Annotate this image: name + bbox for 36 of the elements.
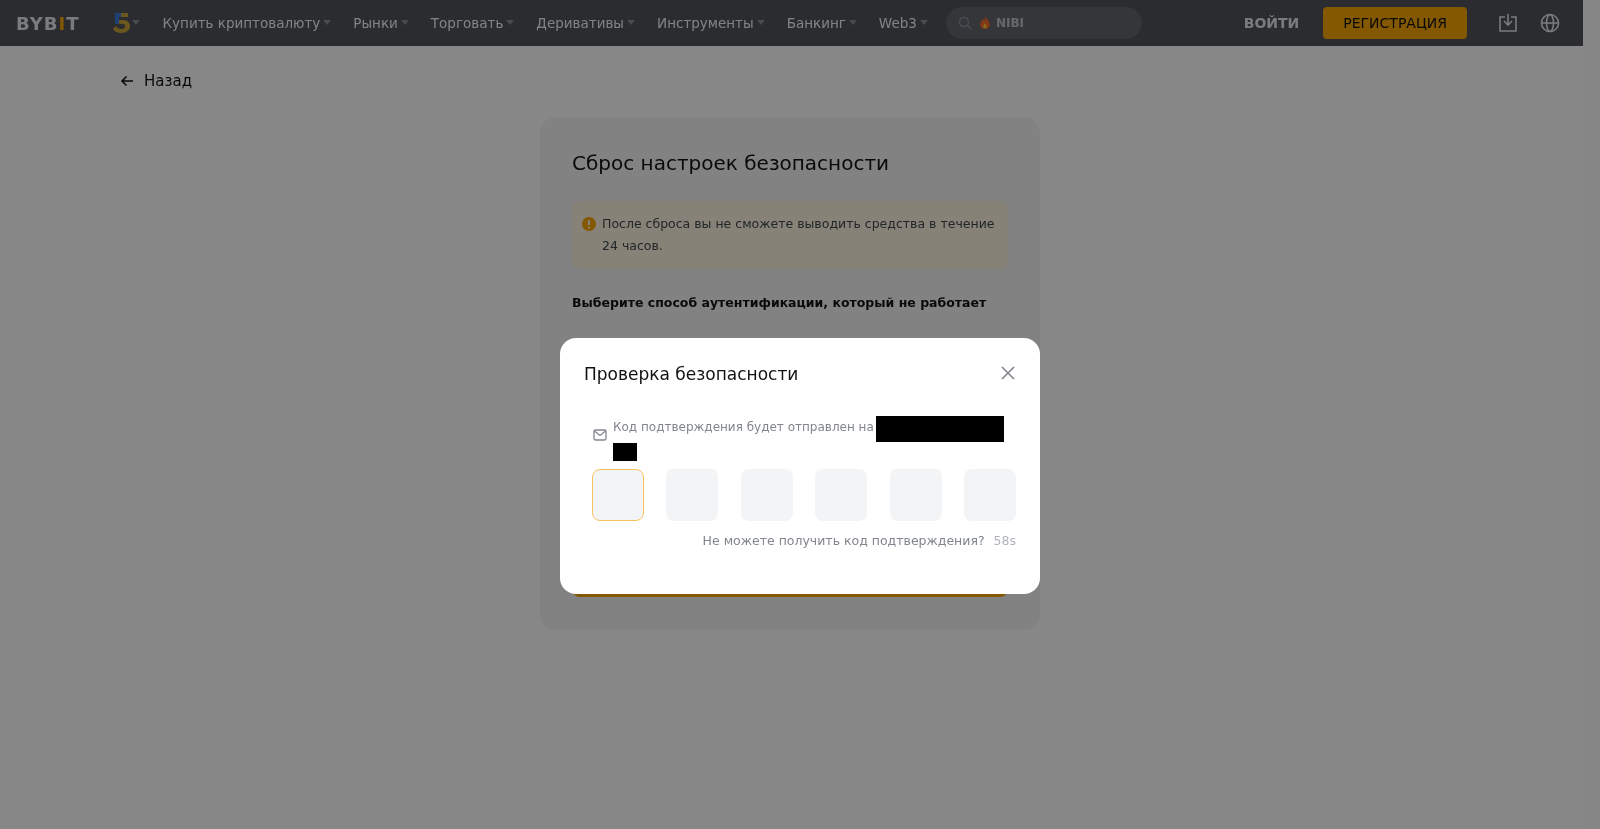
modal-title: Проверка безопасности <box>584 363 799 386</box>
download-icon[interactable] <box>1498 13 1518 33</box>
nav-menu-item[interactable]: Инструменты <box>657 15 765 31</box>
nav-menu-item[interactable]: Рынки <box>353 15 409 31</box>
caret-icon <box>627 20 636 26</box>
page-title: Сброс настроек безопасности <box>572 151 891 175</box>
promo-number-icon[interactable] <box>113 13 131 33</box>
section-label: Выберите способ аутентификации, который не работает <box>572 295 988 310</box>
flame-icon <box>979 16 990 29</box>
warning-text: После сброса вы не сможете выводить средства в течение 24 часов. <box>602 215 996 255</box>
caret-icon <box>400 20 409 26</box>
nav-menu-item[interactable]: Web3 <box>878 15 928 31</box>
caret-icon <box>506 20 515 26</box>
warning-icon <box>582 217 596 231</box>
login-link[interactable]: ВОЙТИ <box>1243 15 1300 31</box>
envelope-icon <box>593 429 607 441</box>
nav-menu-item[interactable]: Банкинг <box>786 15 857 31</box>
nav-menu-item[interactable]: Купить криптовалюту <box>162 15 332 31</box>
caret-icon <box>919 20 928 26</box>
register-button[interactable]: РЕГИСТРАЦИЯ <box>1323 7 1467 39</box>
nav-menu-item[interactable]: Деривативы <box>536 15 636 31</box>
resend-help-link[interactable]: Не можете получить код подтверждения? <box>702 533 985 548</box>
caret-icon <box>132 20 141 26</box>
back-link[interactable]: Назад <box>120 72 192 90</box>
caret-icon <box>756 20 765 26</box>
back-arrow-icon <box>120 75 134 87</box>
caret-icon <box>848 20 857 26</box>
close-icon[interactable] <box>1000 365 1016 381</box>
countdown-timer: 58s <box>993 533 1016 548</box>
logo[interactable]: BYB IT <box>16 12 80 34</box>
code-digit-field[interactable] <box>592 469 644 521</box>
redacted-block <box>613 443 637 461</box>
globe-icon[interactable] <box>1540 13 1560 33</box>
caret-icon <box>323 20 332 26</box>
verification-message: Код подтверждения будет отправлен на <box>613 420 874 434</box>
nav-menu-item[interactable]: Торговать <box>430 15 515 31</box>
